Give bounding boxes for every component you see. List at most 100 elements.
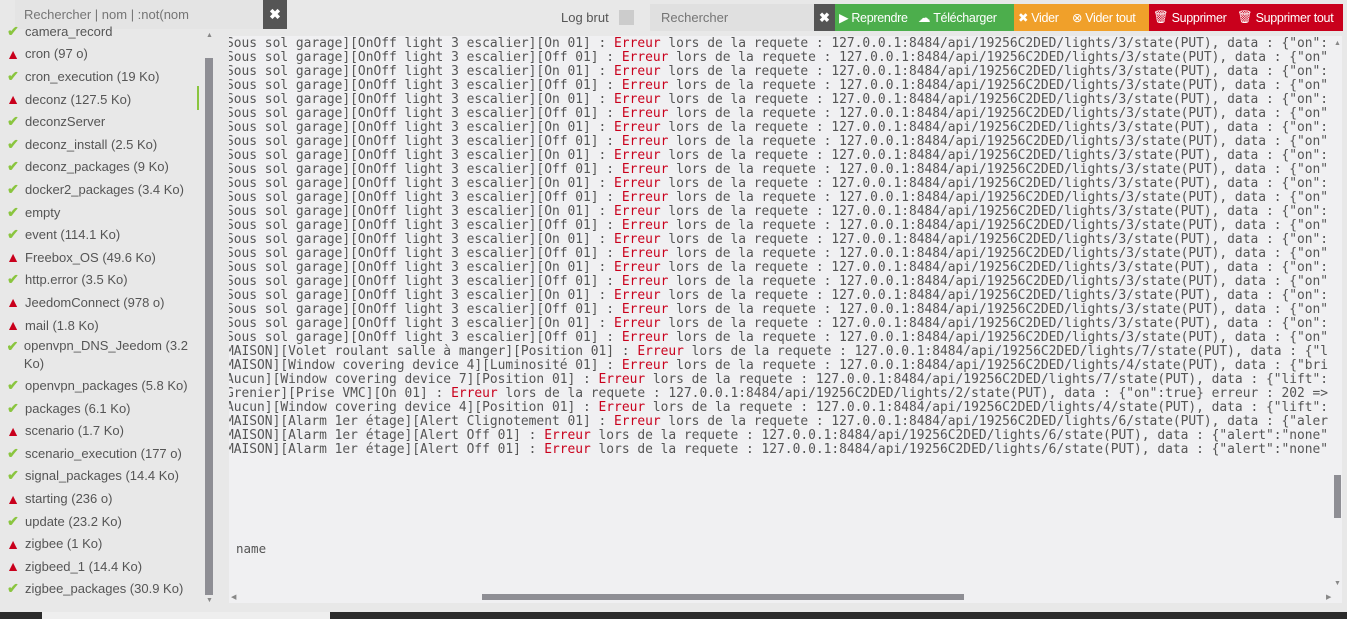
log-line: Sous sol garage][OnOff light 3 escalier]… [229, 191, 1328, 205]
log-source: Sous sol garage][OnOff light 3 escalier]… [229, 64, 615, 79]
log-file-item[interactable]: ✔ packages (6.1 Ko) [0, 397, 200, 420]
log-file-item[interactable]: ✔ deconzServer [0, 110, 200, 133]
log-file-item[interactable]: ✔ camera_record [0, 20, 200, 43]
log-file-item[interactable]: ✔ scenario_execution (177 o) [0, 442, 200, 465]
log-line: Sous sol garage][OnOff light 3 escalier]… [229, 233, 1328, 247]
log-file-label: openvpn_DNS_Jeedom (3.2 Ko) [23, 338, 188, 372]
log-file-item[interactable]: ✔ docker2_packages (3.4 Ko) [0, 178, 200, 201]
log-file-item[interactable]: ✔ http.error (3.5 Ko) [0, 269, 200, 292]
log-source: Sous sol garage][OnOff light 3 escalier]… [229, 148, 615, 163]
log-vertical-scrollbar[interactable] [1334, 475, 1341, 518]
log-file-item[interactable]: ▲ zigbee (1 Ko) [0, 532, 200, 555]
log-line: Sous sol garage][OnOff light 3 escalier]… [229, 177, 1328, 191]
log-line: Sous sol garage][OnOff light 3 escalier]… [229, 93, 1328, 107]
log-file-item[interactable]: ▲ starting (236 o) [0, 487, 200, 510]
supprimer-tout-button[interactable]: 🗑 Supprimer tout [1233, 4, 1343, 31]
log-error-word: Erreur [621, 78, 669, 93]
log-file-item[interactable]: ▲ zigbeed_1 (14.4 Ko) [0, 555, 200, 578]
log-source: Sous sol garage][OnOff light 3 escalier]… [229, 302, 622, 317]
log-file-item[interactable]: ✔ cron_execution (19 Ko) [0, 65, 200, 88]
log-message: lors de la requete : 127.0.0.1:8484/api/… [676, 330, 1329, 345]
log-message: lors de la requete : 127.0.0.1:8484/api/… [652, 400, 1329, 415]
log-error-word: Erreur [614, 120, 661, 135]
log-message: lors de la requete : 127.0.0.1:8484/api/… [668, 64, 1329, 79]
log-brut-checkbox[interactable] [619, 10, 634, 25]
vider-tout-button[interactable]: ⊗ Vider tout [1068, 4, 1149, 31]
active-item-indicator [197, 86, 199, 110]
clear-log-search-button[interactable]: ✖ [814, 4, 835, 31]
log-file-item[interactable]: ▲ scenario (1.7 Ko) [0, 420, 200, 443]
log-source: Sous sol garage][OnOff light 3 escalier]… [229, 218, 622, 233]
warning-icon: ▲ [6, 45, 20, 62]
log-horizontal-scrollbar[interactable] [482, 594, 964, 600]
log-file-item[interactable]: ✔ openvpn_DNS_Jeedom (3.2 Ko) [0, 336, 200, 374]
log-line: MAISON][Volet roulant salle à manger][Po… [229, 345, 1328, 359]
clear-search-button[interactable]: ✖ [263, 0, 287, 29]
log-error-word: Erreur [451, 386, 498, 401]
log-line: Grenier][Prise VMC][On 01] : Erreur lors… [229, 387, 1328, 401]
log-line: Sous sol garage][OnOff light 3 escalier]… [229, 121, 1328, 135]
check-icon: ✔ [7, 113, 19, 130]
log-file-label: deconz_packages (9 Ko) [25, 159, 169, 175]
log-source: Sous sol garage][OnOff light 3 escalier]… [229, 92, 615, 107]
scroll-down-icon[interactable]: ▼ [206, 597, 213, 604]
log-error-word: Erreur [621, 358, 669, 373]
check-icon: ✔ [7, 512, 19, 529]
log-file-label: cron (97 o) [25, 46, 88, 62]
log-scroll-right-icon[interactable]: ▶ [1326, 593, 1331, 601]
log-message: lors de la requete : 127.0.0.1:8484/api/… [676, 78, 1329, 93]
log-file-label: scenario (1.7 Ko) [25, 423, 124, 439]
log-file-label: deconzServer [25, 114, 106, 130]
log-file-item[interactable]: ✔ empty [0, 201, 200, 224]
reprendre-button[interactable]: ▶ Reprendre [835, 4, 914, 31]
log-file-label: zigbeed_1 (14.4 Ko) [25, 558, 143, 574]
log-message: lors de la requete : 127.0.0.1:8484/api/… [668, 288, 1329, 303]
log-source: Sous sol garage][OnOff light 3 escalier]… [229, 176, 615, 191]
log-search-input[interactable] [650, 4, 814, 31]
log-error-word: Erreur [621, 246, 669, 261]
log-error-word: Erreur [614, 316, 661, 331]
log-footer-text: name [236, 541, 267, 556]
warning-icon: ▲ [6, 294, 20, 311]
log-scroll-up-icon[interactable]: ▲ [1334, 40, 1341, 47]
log-file-item[interactable]: ✔ event (114.1 Ko) [0, 223, 200, 246]
log-line: MAISON][Window covering device 4][Lumino… [229, 359, 1328, 373]
log-file-item[interactable]: ✔ deconz_install (2.5 Ko) [0, 133, 200, 156]
log-message: lors de la requete : 127.0.0.1:8484/api/… [668, 232, 1329, 247]
supprimer-button[interactable]: 🗑 Supprimer [1149, 4, 1233, 31]
log-error-word: Erreur [637, 344, 684, 359]
log-line: Sous sol garage][OnOff light 3 escalier]… [229, 65, 1328, 79]
scroll-up-icon[interactable]: ▲ [206, 32, 213, 39]
vider-button[interactable]: ✖ Vider [1014, 4, 1068, 31]
log-scroll-down-icon[interactable]: ▼ [1334, 580, 1341, 587]
log-file-item[interactable]: ✔ openvpn_packages (5.8 Ko) [0, 374, 200, 397]
log-source: MAISON][Window covering device 4][Lumino… [229, 358, 622, 373]
log-message: lors de la requete : 127.0.0.1:8484/api/… [668, 120, 1329, 135]
log-file-item[interactable]: ▲ cron (97 o) [0, 43, 200, 66]
log-error-word: Erreur [544, 428, 591, 443]
log-file-label: docker2_packages (3.4 Ko) [25, 181, 184, 197]
log-source: Sous sol garage][OnOff light 3 escalier]… [229, 204, 615, 219]
log-error-word: Erreur [614, 204, 661, 219]
log-scroll-left-icon[interactable]: ◀ [231, 593, 236, 601]
log-file-item[interactable]: ✔ deconz_packages (9 Ko) [0, 156, 200, 179]
warning-icon: ▲ [6, 422, 20, 439]
x-circle-icon: ⊗ [1072, 11, 1083, 25]
check-icon: ✔ [7, 22, 19, 39]
log-file-item[interactable]: ▲ Freebox_OS (49.6 Ko) [0, 246, 200, 269]
log-content[interactable]: Sous sol garage][OnOff light 3 escalier]… [229, 36, 1342, 603]
log-line: Sous sol garage][OnOff light 3 escalier]… [229, 163, 1328, 177]
log-file-item[interactable]: ✔ signal_packages (14.4 Ko) [0, 465, 200, 488]
log-file-item[interactable]: ▲ deconz (127.5 Ko) [0, 88, 200, 111]
log-file-item[interactable]: ▲ JeedomConnect (978 o) [0, 291, 200, 314]
log-file-item[interactable]: ▲ mail (1.8 Ko) [0, 314, 200, 337]
log-file-item[interactable]: ✔ zigbee_packages (30.9 Ko) [0, 578, 200, 601]
log-error-word: Erreur [614, 148, 661, 163]
sidebar-scrollbar[interactable] [205, 58, 213, 595]
log-file-item[interactable]: ✔ update (23.2 Ko) [0, 510, 200, 533]
log-error-word: Erreur [621, 330, 669, 345]
log-error-word: Erreur [598, 372, 646, 387]
telecharger-button[interactable]: ☁ Télécharger [914, 4, 1014, 31]
log-file-label: deconz (127.5 Ko) [25, 91, 132, 107]
log-line: Sous sol garage][OnOff light 3 escalier]… [229, 317, 1328, 331]
